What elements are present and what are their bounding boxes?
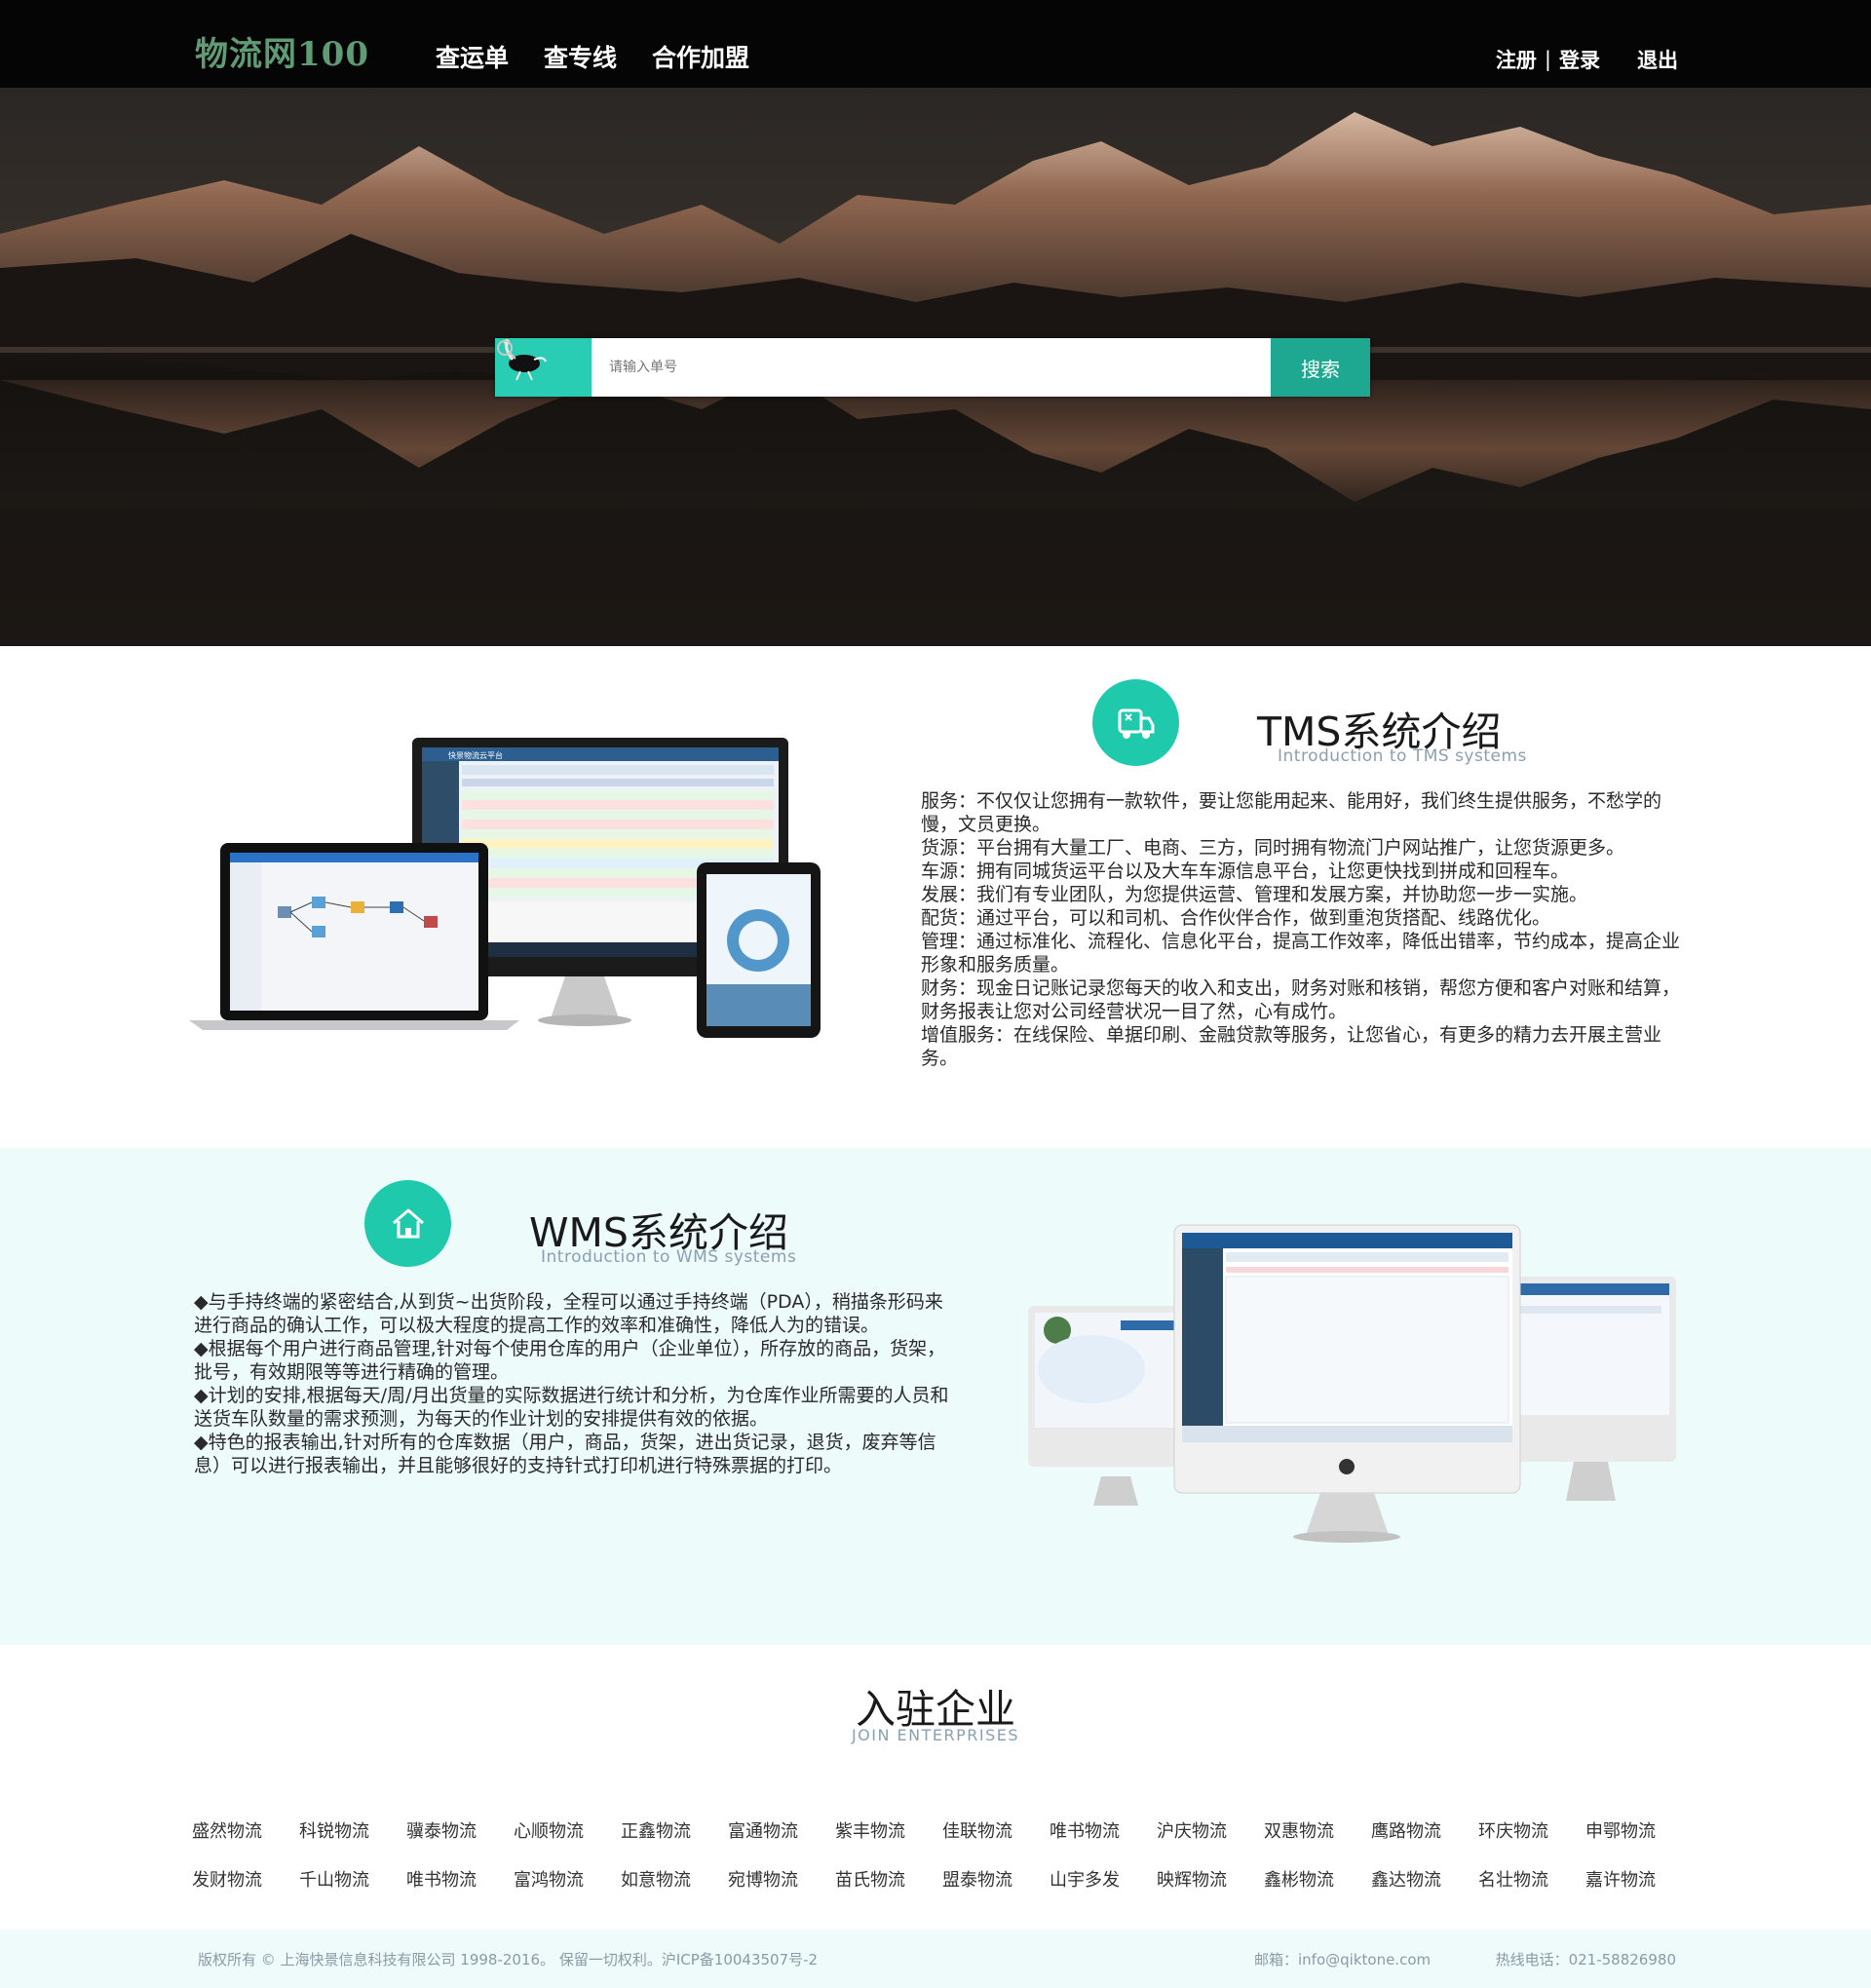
enterprise-link[interactable]: 唯书物流: [1050, 1817, 1157, 1843]
enterprise-row: 盛然物流 科锐物流 骥泰物流 心顺物流 正鑫物流 富通物流 紫丰物流 佳联物流 …: [192, 1817, 1693, 1843]
enterprise-link[interactable]: 唯书物流: [406, 1866, 514, 1892]
wms-paragraph: ◆特色的报表输出,针对所有的仓库数据（用户，商品，货架，进出货记录，退货，废弃等…: [194, 1432, 936, 1476]
page-footer: 版权所有 © 上海快景信息科技有限公司 1998-2016。 保留一切权利。沪I…: [0, 1930, 1871, 1988]
enterprise-link[interactable]: 如意物流: [621, 1866, 728, 1892]
enterprise-link[interactable]: 嘉许物流: [1585, 1866, 1693, 1892]
enterprise-link[interactable]: 山宇多发: [1050, 1866, 1157, 1892]
enterprise-row: 发财物流 千山物流 唯书物流 富鸿物流 如意物流 宛博物流 苗氏物流 盟泰物流 …: [192, 1866, 1693, 1892]
enterprise-link[interactable]: 映辉物流: [1157, 1866, 1264, 1892]
tms-paragraph: 增值服务：在线保险、单据印刷、金融贷款等服务，让您省心，有更多的精力去开展主营业…: [921, 1024, 1662, 1069]
enterprise-link[interactable]: 科锐物流: [299, 1817, 406, 1843]
enterprise-link[interactable]: 鑫彬物流: [1264, 1866, 1371, 1892]
search-button[interactable]: 搜索: [1271, 338, 1370, 397]
wms-paragraph: ◆计划的安排,根据每天/周/月出货量的实际数据进行统计和分析，为仓库作业所需要的…: [194, 1385, 949, 1430]
home-icon: [392, 1208, 424, 1238]
enterprise-link[interactable]: 苗氏物流: [835, 1866, 942, 1892]
tms-paragraph: 车源：拥有同城货运平台以及大车车源信息平台，让您更快找到拼成和回程车。: [921, 860, 1570, 882]
wms-description: ◆与手持终端的紧密结合,从到货~出货阶段，全程可以通过手持终端（PDA），稍描条…: [194, 1290, 954, 1477]
enterprise-link[interactable]: 申鄂物流: [1585, 1817, 1693, 1843]
search-field: [497, 338, 1271, 397]
enterprise-link[interactable]: 佳联物流: [942, 1817, 1050, 1843]
contact-email[interactable]: 邮箱：info@qiktone.com: [1254, 1949, 1431, 1969]
waybill-number-input[interactable]: [609, 360, 1194, 375]
tms-description: 服务：不仅仅让您拥有一款软件，要让您能用起来、能用好，我们终生提供服务，不愁学的…: [921, 789, 1681, 1070]
enterprises-subtitle: JOIN ENTERPRISES: [851, 1726, 1020, 1744]
tms-paragraph: 财务：现金日记账记录您每天的收入和支出，财务对账和核销，帮您方便和客户对账和结算…: [921, 977, 1681, 1022]
wms-subtitle: Introduction to WMS systems: [541, 1247, 797, 1267]
top-navigation-bar: 物流网100 查运单 查专线 合作加盟 注册 | 登录 退出: [0, 0, 1871, 88]
copyright-text: 版权所有 © 上海快景信息科技有限公司 1998-2016。 保留一切权利。沪I…: [198, 1951, 819, 1969]
screen-header-text: 快景物流云平台: [448, 750, 503, 760]
login-link[interactable]: 登录: [1559, 45, 1600, 74]
nav-partnership[interactable]: 合作加盟: [652, 39, 749, 74]
wms-paragraph: ◆与手持终端的紧密结合,从到货~出货阶段，全程可以通过手持终端（PDA），稍描条…: [194, 1291, 943, 1336]
enterprise-link[interactable]: 鑫达物流: [1371, 1866, 1478, 1892]
enterprise-link[interactable]: 盟泰物流: [942, 1866, 1050, 1892]
tms-paragraph: 配货：通过平台，可以和司机、合作伙伴合作，做到重泡货搭配、线路优化。: [921, 907, 1551, 929]
tms-paragraph: 发展：我们有专业团队，为您提供运营、管理和发展方案，并协助您一步一实施。: [921, 884, 1588, 905]
enterprise-link[interactable]: 鹰路物流: [1371, 1817, 1478, 1843]
enterprise-link[interactable]: 正鑫物流: [621, 1817, 728, 1843]
enterprise-link[interactable]: 双惠物流: [1264, 1817, 1371, 1843]
enterprise-link[interactable]: 宛博物流: [728, 1866, 835, 1892]
tms-paragraph: 服务：不仅仅让您拥有一款软件，要让您能用起来、能用好，我们终生提供服务，不愁学的…: [921, 790, 1662, 835]
tms-paragraph: 货源：平台拥有大量工厂、电商、三方，同时拥有物流门户网站推广，让您货源更多。: [921, 837, 1625, 859]
tms-icon-circle: [1092, 679, 1179, 766]
logout-link[interactable]: 退出: [1637, 45, 1678, 74]
register-link[interactable]: 注册: [1496, 45, 1537, 74]
auth-separator: |: [1544, 48, 1551, 71]
auth-links: 注册 | 登录 退出: [1496, 45, 1678, 74]
site-logo[interactable]: 物流网100: [195, 27, 369, 75]
tracking-search-bar: 搜索: [495, 338, 1370, 397]
enterprise-link[interactable]: 紫丰物流: [835, 1817, 942, 1843]
nav-find-line[interactable]: 查专线: [544, 39, 617, 74]
enterprise-link[interactable]: 骥泰物流: [406, 1817, 514, 1843]
tms-devices-illustration: 快景物流云平台: [189, 738, 821, 1038]
enterprise-link[interactable]: 名壮物流: [1478, 1866, 1585, 1892]
search-icon: [497, 340, 516, 360]
delivery-truck-icon: [1118, 708, 1154, 739]
wms-paragraph: ◆根据每个用户进行商品管理,针对每个使用仓库的用户（企业单位），所存放的商品，货…: [194, 1338, 946, 1383]
enterprise-link[interactable]: 环庆物流: [1478, 1817, 1585, 1843]
enterprise-link[interactable]: 盛然物流: [192, 1817, 299, 1843]
enterprise-link[interactable]: 千山物流: [299, 1866, 406, 1892]
enterprise-link[interactable]: 沪庆物流: [1157, 1817, 1264, 1843]
main-nav: 查运单 查专线 合作加盟: [436, 39, 749, 74]
hero-banner: 搜索: [0, 88, 1871, 646]
enterprise-link[interactable]: 发财物流: [192, 1866, 299, 1892]
enterprise-link[interactable]: 富通物流: [728, 1817, 835, 1843]
enterprise-link[interactable]: 富鸿物流: [514, 1866, 621, 1892]
hotline-phone: 热线电话：021-58826980: [1495, 1951, 1676, 1969]
wms-icon-circle: [364, 1180, 451, 1267]
tms-paragraph: 管理：通过标准化、流程化、信息化平台，提高工作效率，降低出错率，节约成本，提高企…: [921, 931, 1681, 975]
enterprise-link[interactable]: 心顺物流: [514, 1817, 621, 1843]
wms-monitors-illustration: [1028, 1224, 1676, 1543]
tms-subtitle: Introduction to TMS systems: [1278, 746, 1527, 766]
nav-track-waybill[interactable]: 查运单: [436, 39, 509, 74]
